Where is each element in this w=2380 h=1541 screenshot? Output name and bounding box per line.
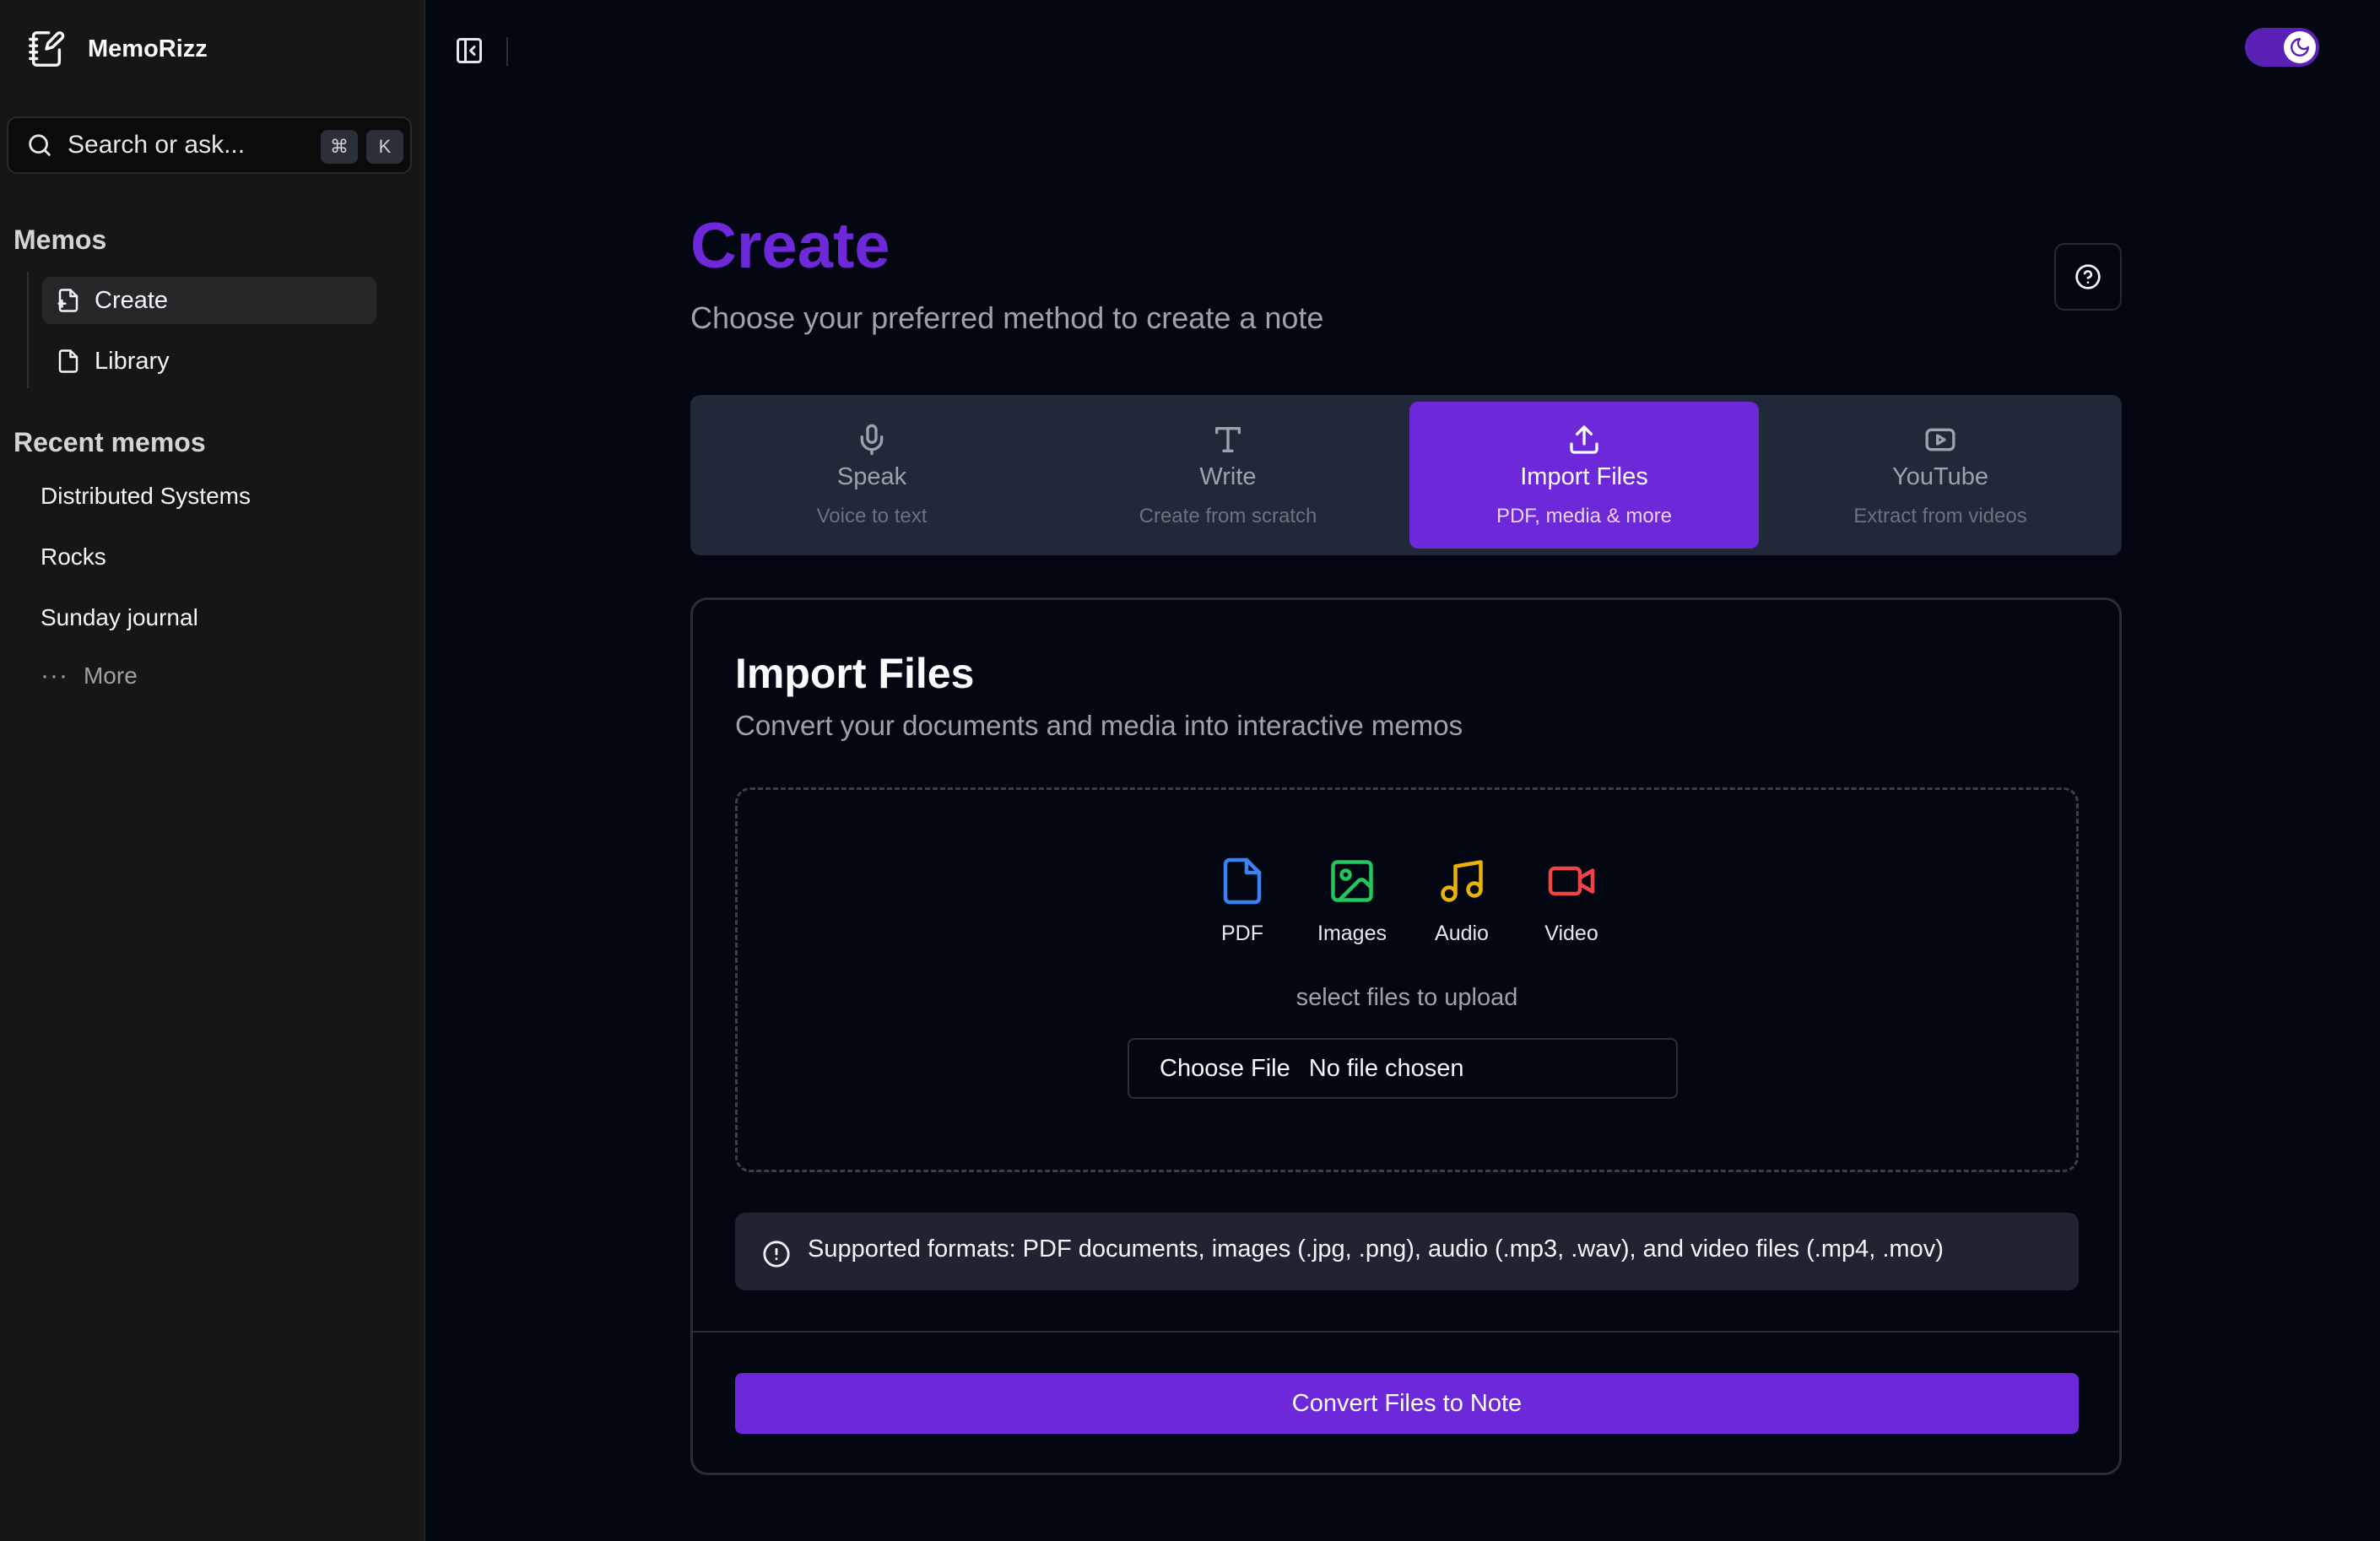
supported-formats-info: Supported formats: PDF documents, images… — [735, 1213, 2079, 1290]
upload-icon — [1570, 424, 1598, 454]
tab-description: Voice to text — [816, 504, 928, 527]
file-type-video: Video — [1521, 856, 1622, 946]
topbar-divider — [506, 37, 508, 66]
tab-description: Create from scratch — [1139, 504, 1317, 527]
help-circle-icon — [2075, 264, 2101, 289]
file-type-audio: Audio — [1411, 856, 1512, 946]
file-type-pdf: PDF — [1192, 856, 1293, 946]
theme-toggle[interactable] — [2245, 28, 2319, 67]
tab-speak[interactable]: Speak Voice to text — [697, 402, 1047, 549]
recent-memo-item[interactable]: Rocks — [41, 543, 106, 570]
choose-file-button[interactable]: Choose File — [1160, 1055, 1290, 1083]
image-icon — [1331, 860, 1373, 902]
file-type-label: PDF — [1221, 922, 1263, 945]
notebook-pen-icon — [29, 31, 65, 67]
youtube-icon — [1925, 428, 1955, 451]
tab-description: PDF, media & more — [1496, 504, 1673, 527]
page-title: Create — [690, 210, 890, 282]
tab-label: Import Files — [1520, 462, 1648, 490]
file-type-label: Video — [1544, 922, 1598, 945]
video-icon — [1548, 866, 1595, 896]
file-type-label: Audio — [1435, 922, 1489, 945]
card-title: Import Files — [735, 650, 975, 697]
type-icon — [1215, 426, 1241, 452]
brand[interactable]: MemoRizz — [27, 29, 208, 69]
tab-label: Speak — [836, 462, 907, 490]
mic-icon — [860, 424, 884, 455]
sidebar-item-library[interactable]: Library — [42, 338, 376, 385]
file-status: No file chosen — [1308, 1054, 1464, 1082]
file-plus-icon — [57, 289, 78, 312]
help-button[interactable] — [2054, 243, 2122, 311]
file-type-images: Images — [1301, 856, 1403, 946]
sidebar-collapse-icon[interactable] — [454, 35, 484, 66]
app-name: MemoRizz — [88, 35, 208, 62]
more-horizontal-icon: ··· — [41, 662, 68, 689]
tab-label: YouTube — [1892, 462, 1988, 490]
moon-icon — [2291, 38, 2309, 57]
tab-description: Extract from videos — [1853, 504, 2027, 527]
tab-label: Write — [1199, 462, 1257, 490]
import-files-card: Import Files Convert your documents and … — [690, 597, 2122, 1475]
card-divider — [693, 1331, 2119, 1333]
search-placeholder: Search or ask... — [68, 131, 246, 159]
search-icon — [29, 134, 51, 156]
convert-files-button[interactable]: Convert Files to Note — [735, 1373, 2079, 1434]
file-type-label: Images — [1317, 922, 1387, 945]
method-tabs: Speak Voice to text Write Create from sc… — [690, 395, 2122, 555]
dropzone-hint: select files to upload — [1295, 984, 1518, 1011]
tab-import-files[interactable]: Import Files PDF, media & more — [1409, 402, 1759, 549]
sidebar-item-create[interactable]: Create — [42, 277, 376, 324]
music-icon — [1441, 860, 1483, 902]
sidebar-item-label: Library — [95, 347, 170, 375]
sidebar-item-label: Create — [95, 286, 169, 314]
tab-write[interactable]: Write Create from scratch — [1053, 402, 1403, 549]
pdf-file-icon — [1223, 857, 1262, 905]
shortcut-key-cmd: ⌘ — [321, 130, 358, 164]
card-subtitle: Convert your documents and media into in… — [735, 710, 1463, 741]
nav-guide-line — [27, 272, 29, 388]
memos-section-title: Memos — [14, 224, 107, 255]
shortcut-key-k: K — [366, 130, 403, 164]
file-dropzone[interactable]: PDF Images Audio Video select files to u… — [735, 787, 2079, 1172]
info-icon — [763, 1241, 790, 1268]
file-input[interactable]: Choose File No file chosen — [1128, 1038, 1678, 1099]
toggle-knob — [2284, 31, 2316, 63]
sidebar: MemoRizz Search or ask... ⌘ K Memos Crea… — [0, 0, 425, 1541]
more-button[interactable]: ··· More — [41, 662, 138, 690]
recent-memo-item[interactable]: Distributed Systems — [41, 483, 251, 510]
recent-memo-item[interactable]: Sunday journal — [41, 604, 198, 631]
tab-youtube[interactable]: YouTube Extract from videos — [1766, 402, 2115, 549]
recent-memos-title: Recent memos — [14, 427, 206, 457]
info-text: Supported formats: PDF documents, images… — [808, 1235, 1944, 1263]
file-icon — [58, 349, 78, 373]
more-label: More — [83, 662, 138, 689]
page-subtitle: Choose your preferred method to create a… — [690, 300, 1324, 335]
search-input[interactable]: Search or ask... ⌘ K — [7, 116, 412, 174]
